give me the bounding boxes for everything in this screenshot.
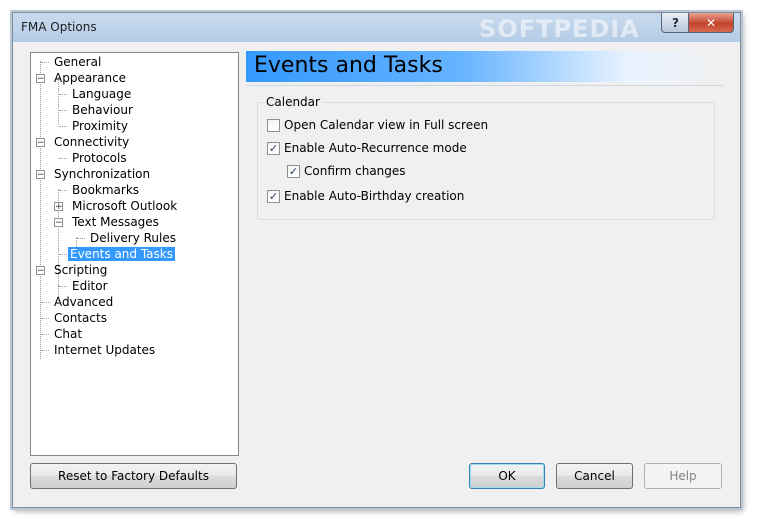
tree-item-label: Bookmarks bbox=[72, 183, 140, 197]
tree-connector bbox=[41, 334, 49, 335]
collapse-icon[interactable]: − bbox=[54, 218, 63, 228]
title-help-button[interactable]: ? bbox=[661, 13, 690, 33]
cancel-button[interactable]: Cancel bbox=[556, 463, 633, 489]
tree-item-label: Text Messages bbox=[72, 215, 159, 229]
ok-button[interactable]: OK bbox=[469, 463, 545, 489]
tree-item-label: Internet Updates bbox=[54, 343, 156, 357]
close-icon: ✕ bbox=[705, 15, 717, 30]
tree-item-behaviour[interactable]: Behaviour bbox=[53, 102, 135, 118]
checkmark-icon: ✓ bbox=[268, 141, 279, 155]
tree-item-connectivity[interactable]: − Connectivity bbox=[35, 134, 131, 150]
watermark-text: SOFTPEDIA bbox=[479, 15, 640, 43]
tree-connector bbox=[41, 350, 49, 351]
tree-connector bbox=[59, 190, 67, 191]
help-button[interactable]: Help bbox=[644, 463, 722, 489]
tree-item-protocols[interactable]: Protocols bbox=[53, 150, 129, 166]
tree-connector bbox=[59, 158, 67, 159]
tree-item-advanced[interactable]: Advanced bbox=[35, 294, 115, 310]
tree-item-internet-updates[interactable]: Internet Updates bbox=[35, 342, 157, 358]
close-button[interactable]: ✕ bbox=[688, 13, 734, 33]
tree-item-label: Behaviour bbox=[72, 103, 133, 117]
tree-item-label: Microsoft Outlook bbox=[72, 199, 178, 213]
expand-icon[interactable]: + bbox=[54, 202, 63, 212]
confirm-changes-checkbox[interactable]: ✓ bbox=[287, 164, 300, 178]
tree-item-label: Events and Tasks bbox=[68, 247, 175, 261]
tree-item-label: Proximity bbox=[72, 119, 128, 133]
option-label: Enable Auto-Recurrence mode bbox=[284, 141, 467, 155]
tree-item-label: Scripting bbox=[54, 263, 108, 277]
tree-item-appearance[interactable]: − Appearance bbox=[35, 70, 128, 86]
dialog-client-area: General − Appearance Language Behaviour … bbox=[19, 42, 734, 501]
tree-connector bbox=[59, 286, 67, 287]
auto-recurrence-checkbox[interactable]: ✓ bbox=[267, 141, 280, 155]
tree-item-general[interactable]: General bbox=[35, 54, 103, 70]
collapse-icon[interactable]: − bbox=[36, 138, 45, 148]
tree-item-editor[interactable]: Editor bbox=[53, 278, 110, 294]
option-label: Open Calendar view in Full screen bbox=[284, 118, 489, 132]
tree-item-text-messages[interactable]: − Text Messages bbox=[53, 214, 161, 230]
tree-item-scripting[interactable]: − Scripting bbox=[35, 262, 109, 278]
tree-item-label: Synchronization bbox=[54, 167, 151, 181]
tree-item-label: Advanced bbox=[54, 295, 114, 309]
tree-item-chat[interactable]: Chat bbox=[35, 326, 84, 342]
tree-item-delivery-rules[interactable]: Delivery Rules bbox=[71, 230, 178, 246]
collapse-icon[interactable]: − bbox=[36, 266, 45, 276]
collapse-icon[interactable]: − bbox=[36, 170, 45, 180]
option-auto-recurrence[interactable]: ✓ Enable Auto-Recurrence mode bbox=[267, 140, 467, 156]
tree-item-label: Contacts bbox=[54, 311, 107, 325]
question-icon: ? bbox=[672, 15, 679, 30]
tree-item-proximity[interactable]: Proximity bbox=[53, 118, 130, 134]
auto-birthday-checkbox[interactable]: ✓ bbox=[267, 189, 280, 203]
tree-item-microsoft-outlook[interactable]: + Microsoft Outlook bbox=[53, 198, 179, 214]
tree-item-label: Delivery Rules bbox=[90, 231, 176, 245]
option-label: Confirm changes bbox=[304, 164, 406, 178]
options-tree[interactable]: General − Appearance Language Behaviour … bbox=[30, 52, 239, 456]
tree-connector bbox=[41, 318, 49, 319]
tree-item-label: Editor bbox=[72, 279, 108, 293]
tree-connector bbox=[77, 238, 85, 239]
window-title: FMA Options bbox=[21, 20, 97, 34]
options-dialog: FMA Options SOFTPEDIA ? ✕ General − Appe… bbox=[12, 12, 741, 508]
calendar-group-label: Calendar bbox=[264, 95, 322, 109]
option-auto-birthday[interactable]: ✓ Enable Auto-Birthday creation bbox=[267, 188, 464, 204]
tree-item-label: Appearance bbox=[54, 71, 127, 85]
option-confirm-changes[interactable]: ✓ Confirm changes bbox=[287, 163, 406, 179]
title-bar[interactable]: FMA Options SOFTPEDIA ? ✕ bbox=[13, 13, 740, 43]
tree-connector bbox=[59, 110, 67, 111]
tree-item-label: Protocols bbox=[72, 151, 127, 165]
panel-header: Events and Tasks bbox=[246, 51, 723, 82]
tree-item-language[interactable]: Language bbox=[53, 86, 133, 102]
tree-connector bbox=[41, 302, 49, 303]
panel-title: Events and Tasks bbox=[254, 53, 443, 78]
header-divider bbox=[246, 85, 723, 86]
tree-connector bbox=[41, 62, 49, 63]
collapse-icon[interactable]: − bbox=[36, 74, 45, 84]
tree-connector bbox=[59, 254, 67, 255]
option-full-screen[interactable]: Open Calendar view in Full screen bbox=[267, 117, 488, 133]
tree-item-events-and-tasks[interactable]: Events and Tasks bbox=[53, 246, 175, 262]
checkmark-icon: ✓ bbox=[288, 164, 299, 178]
tree-item-bookmarks[interactable]: Bookmarks bbox=[53, 182, 141, 198]
option-label: Enable Auto-Birthday creation bbox=[284, 189, 465, 203]
tree-connector bbox=[59, 94, 67, 95]
tree-item-contacts[interactable]: Contacts bbox=[35, 310, 109, 326]
tree-item-label: Language bbox=[72, 87, 132, 101]
reset-defaults-button[interactable]: Reset to Factory Defaults bbox=[30, 463, 237, 489]
tree-item-label: General bbox=[54, 55, 102, 69]
tree-item-synchronization[interactable]: − Synchronization bbox=[35, 166, 152, 182]
tree-item-label: Connectivity bbox=[54, 135, 130, 149]
full-screen-checkbox[interactable] bbox=[267, 118, 280, 132]
tree-connector bbox=[59, 126, 67, 127]
tree-item-label: Chat bbox=[54, 327, 83, 341]
checkmark-icon: ✓ bbox=[268, 189, 279, 203]
